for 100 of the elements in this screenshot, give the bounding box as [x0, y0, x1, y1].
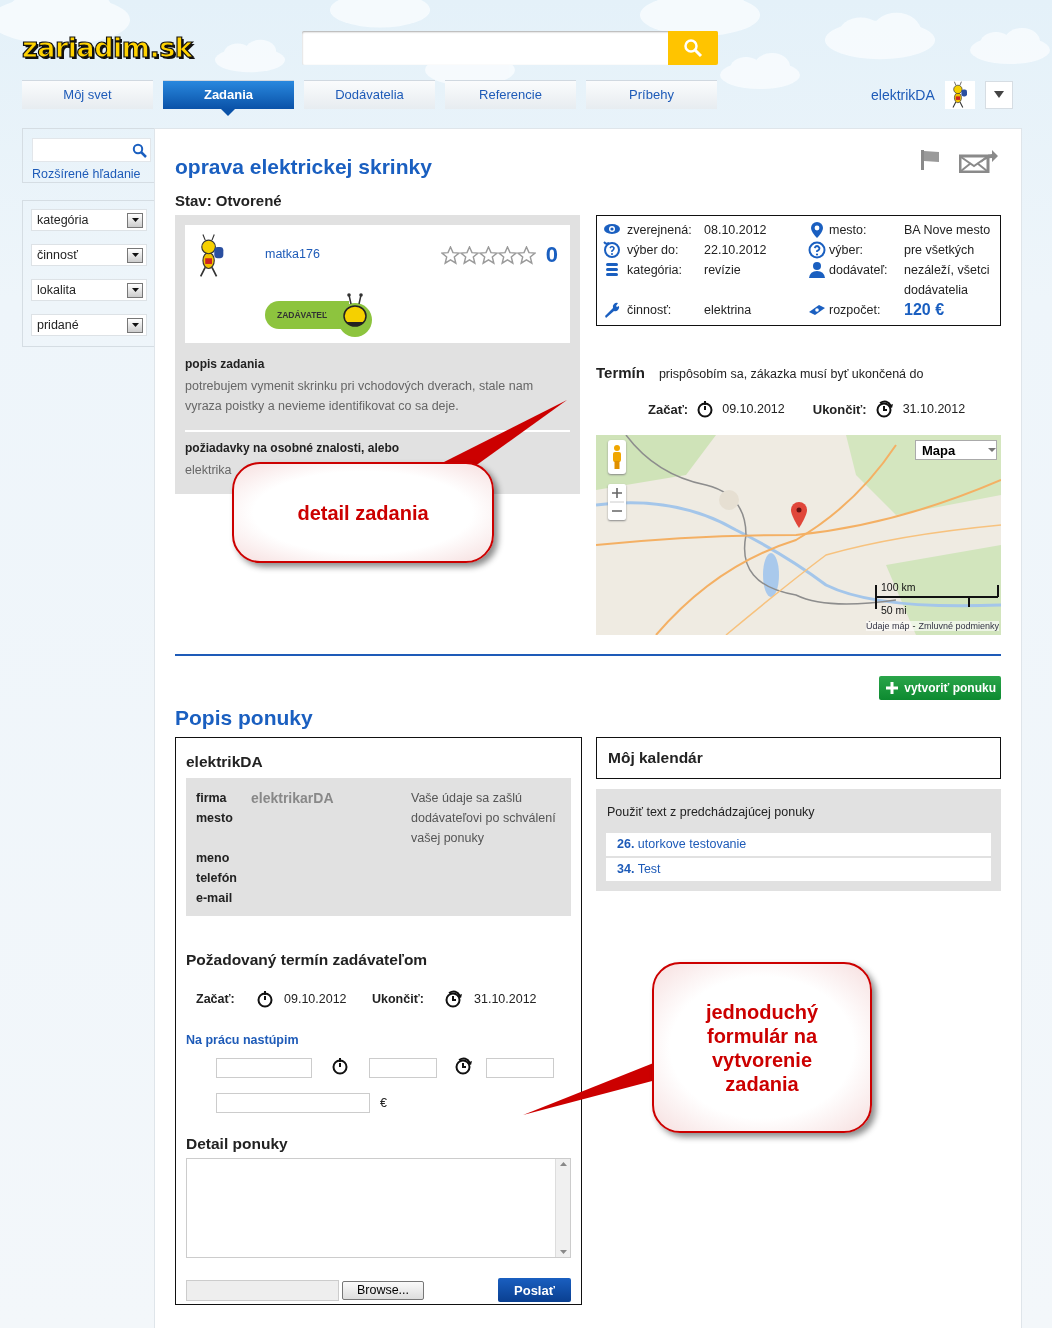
- stopwatch-icon: [696, 400, 715, 418]
- start-label: Začať:: [648, 401, 689, 417]
- field-value: elektrikarDA: [251, 789, 335, 808]
- wrench-icon: [603, 301, 621, 319]
- map-type-dropdown[interactable]: Mapa: [915, 440, 997, 460]
- scale-label: 100 km: [881, 581, 916, 593]
- currency-label: €: [380, 1096, 387, 1110]
- task-title: oprava elektrickej skrinky: [175, 155, 432, 179]
- street-view-control[interactable]: [608, 440, 626, 474]
- start-date: 09.10.2012: [722, 402, 785, 416]
- section-heading: Termín: [596, 364, 645, 381]
- detail-label: mesto:: [829, 222, 868, 239]
- detail-value: BA Nove mesto: [904, 222, 992, 239]
- section-heading: požiadavky na osobné znalosti, alebo: [185, 441, 401, 455]
- scale-label: 50 mi: [881, 604, 907, 616]
- detail-value: 08.10.2012: [704, 222, 768, 239]
- pegman-icon: [612, 444, 622, 470]
- scrollbar[interactable]: [555, 1159, 570, 1257]
- detail-textarea[interactable]: [186, 1158, 571, 1258]
- terms-link[interactable]: Zmluvné podmienky: [918, 621, 999, 631]
- duration-field[interactable]: [369, 1058, 437, 1078]
- callout-bubble: detail zadania: [232, 462, 494, 563]
- panel-hint: Použiť text z predchádzajúcej ponuky: [607, 805, 816, 819]
- star-icon: [459, 245, 479, 265]
- browse-button[interactable]: Browse...: [342, 1280, 424, 1300]
- detail-label: rozpočet:: [829, 302, 882, 319]
- privacy-note: Vaše údaje sa zašlú dodávateľovi po schválení vašej ponuky: [411, 790, 557, 847]
- clock-question-icon: [603, 241, 621, 259]
- create-offer-button[interactable]: vytvoriť ponuku: [879, 676, 1001, 700]
- previous-offer-link[interactable]: 26. utorkove testovanie: [606, 833, 991, 856]
- filter-dropdown[interactable]: kategória: [31, 209, 147, 231]
- search-button[interactable]: [668, 30, 718, 65]
- search-icon: [132, 142, 147, 158]
- filter-dropdown[interactable]: činnosť: [31, 244, 147, 266]
- caret-icon: [131, 288, 139, 292]
- detail-value: pre všetkých: [904, 242, 976, 259]
- detail-label: výber:: [829, 242, 865, 259]
- stack-icon: [603, 261, 621, 279]
- start-date: 09.10.2012: [284, 992, 348, 1006]
- location-pin-icon: [808, 221, 826, 239]
- field-label: meno: [196, 850, 231, 867]
- flag-icon[interactable]: [919, 149, 941, 171]
- detail-label: výber do:: [627, 242, 680, 259]
- section-heading: popis zadania: [185, 357, 266, 371]
- calendar-title: Môj kalendár: [596, 737, 1001, 779]
- link-separator: -: [912, 621, 916, 631]
- end-date-field[interactable]: [486, 1058, 554, 1078]
- filter-dropdown[interactable]: pridané: [31, 314, 147, 336]
- stopwatch-icon: [256, 990, 274, 1008]
- price-value: 120 €: [904, 300, 946, 320]
- start-label: Začať:: [196, 992, 236, 1006]
- supplier-name: elektrikDA: [186, 753, 264, 771]
- end-date: 31.10.2012: [474, 992, 538, 1006]
- search-icon: [683, 37, 703, 58]
- mail-forward-icon[interactable]: [959, 149, 999, 173]
- end-label: Ukončiť:: [812, 401, 867, 417]
- star-icon: [478, 245, 498, 265]
- star-icon: [440, 245, 460, 265]
- field-label: e-mail: [196, 890, 234, 907]
- caret-icon: [131, 323, 139, 327]
- search-field[interactable]: [302, 30, 718, 65]
- status-label: Stav: Otvorené: [175, 192, 283, 209]
- field-label: firma: [196, 790, 228, 807]
- scroll-down-icon[interactable]: [559, 1250, 567, 1254]
- stopwatch-icon: [331, 1057, 349, 1075]
- field-label: mesto: [196, 810, 234, 827]
- user-link[interactable]: elektrikDA: [871, 86, 935, 103]
- filter-dropdown[interactable]: lokalita: [31, 279, 147, 301]
- rating-count: 0: [545, 242, 558, 268]
- detail-label: zverejnená:: [627, 222, 693, 239]
- price-field[interactable]: [216, 1093, 370, 1113]
- task-description: potrebujem vymenit skrinku pri vchodových dverach, stale nam vyraza poistky a nevieme identifikovat co sa deje.: [185, 378, 535, 415]
- scroll-up-icon[interactable]: [559, 1162, 567, 1166]
- nav-tab[interactable]: Zadania: [163, 80, 294, 116]
- star-icon: [497, 245, 517, 265]
- map-data-link[interactable]: Údaje máp: [865, 621, 910, 631]
- sidebar-search-field[interactable]: [32, 138, 151, 162]
- end-date: 31.10.2012: [902, 402, 966, 416]
- detail-value: revízie: [704, 262, 742, 279]
- detail-label: činnosť:: [627, 302, 673, 319]
- submit-button[interactable]: Poslať: [498, 1278, 571, 1302]
- callout-bubble: jednoduchý formulár na vytvorenie zadania: [652, 962, 872, 1133]
- section-heading: Detail ponuky: [186, 1135, 289, 1153]
- file-field[interactable]: [186, 1279, 339, 1301]
- end-label: Ukončiť:: [372, 992, 425, 1006]
- question-icon: [808, 241, 826, 259]
- section-heading: Na prácu nastúpim: [186, 1033, 300, 1047]
- user-menu-button[interactable]: [984, 80, 1013, 109]
- detail-label: kategória:: [627, 262, 683, 279]
- previous-offer-link[interactable]: 34. Test: [606, 858, 991, 881]
- start-date-field[interactable]: [216, 1058, 312, 1078]
- caret-icon: [131, 218, 139, 222]
- zoom-control[interactable]: [608, 484, 626, 520]
- detail-value: elektrina: [704, 302, 753, 319]
- section-title: Popis ponuky: [175, 706, 314, 730]
- detail-value: nezáleží, všetci dodávatelia: [904, 262, 991, 299]
- schedule-note: prispôsobím sa, zákazka musí byť ukončená do: [658, 367, 924, 381]
- author-link[interactable]: matka176: [265, 247, 441, 261]
- caret-icon: [131, 253, 139, 257]
- caret-icon: [988, 448, 996, 452]
